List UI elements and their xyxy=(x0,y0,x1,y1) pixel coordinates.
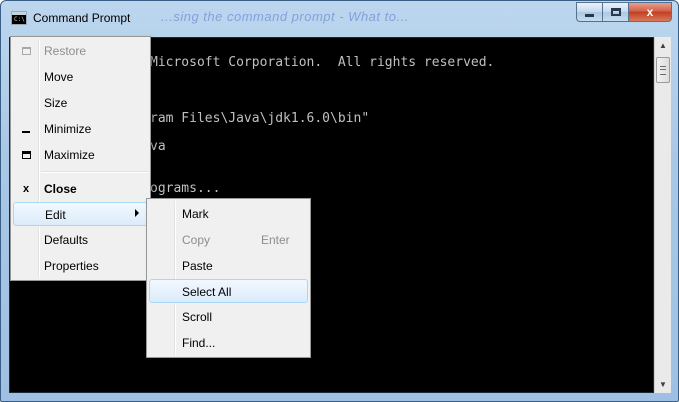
menu-item-label: Size xyxy=(44,96,68,110)
scroll-down-arrow-icon[interactable]: ▼ xyxy=(655,376,671,393)
menu-item-label: Mark xyxy=(182,207,209,221)
console-line: ram Files\Java\jdk1.6.0\bin" xyxy=(150,111,370,126)
submenu-item-mark[interactable]: Mark xyxy=(149,202,308,226)
maximize-button[interactable] xyxy=(602,2,628,22)
scrollbar-thumb[interactable] xyxy=(656,57,670,83)
submenu-item-paste[interactable]: Paste xyxy=(149,254,308,278)
restore-icon xyxy=(19,44,33,58)
menu-item-maximize[interactable]: Maximize xyxy=(13,143,148,167)
close-button[interactable]: x xyxy=(628,2,672,22)
menu-item-close[interactable]: x Close xyxy=(13,177,148,201)
maximize-icon xyxy=(610,8,621,16)
submenu-arrow-icon xyxy=(135,209,139,217)
system-menu: Restore Move Size Minimize Maximize x Cl… xyxy=(10,36,151,281)
menu-item-label: Select All xyxy=(182,285,232,299)
menu-item-label: Copy xyxy=(182,233,211,247)
command-prompt-icon[interactable]: C:\ xyxy=(11,11,27,25)
menu-item-size[interactable]: Size xyxy=(13,91,148,115)
minimize-button[interactable] xyxy=(576,2,602,22)
close-icon: x xyxy=(646,5,654,19)
menu-item-label: Minimize xyxy=(44,122,92,136)
menu-item-label: Edit xyxy=(45,208,66,222)
console-line: Microsoft Corporation. All rights reserv… xyxy=(150,55,495,70)
close-icon: x xyxy=(22,183,30,195)
menu-separator xyxy=(41,171,148,173)
menu-item-label: Properties xyxy=(44,259,99,273)
menu-item-label: Close xyxy=(44,182,77,196)
menu-item-label: Move xyxy=(44,70,74,84)
window-title: Command Prompt xyxy=(33,11,131,25)
menu-item-label: Find... xyxy=(182,336,216,350)
menu-item-restore[interactable]: Restore xyxy=(13,39,148,63)
menu-item-label: Paste xyxy=(182,259,213,273)
menu-item-defaults[interactable]: Defaults xyxy=(13,228,148,252)
title-bar[interactable]: C:\ Command Prompt x xyxy=(1,1,678,33)
menu-item-label: Maximize xyxy=(44,148,95,162)
submenu-item-select-all[interactable]: Select All xyxy=(149,279,308,303)
menu-item-properties[interactable]: Properties xyxy=(13,254,148,278)
vertical-scrollbar[interactable]: ▲ ▼ xyxy=(654,37,671,393)
edit-submenu: Mark Copy Enter Paste Select All Scroll … xyxy=(146,198,311,358)
menu-item-move[interactable]: Move xyxy=(13,65,148,89)
menu-item-edit[interactable]: Edit xyxy=(13,202,148,226)
menu-item-label: Scroll xyxy=(182,310,213,324)
maximize-icon xyxy=(19,148,33,162)
menu-item-minimize[interactable]: Minimize xyxy=(13,117,148,141)
submenu-item-find[interactable]: Find... xyxy=(149,331,308,355)
console-line: va xyxy=(150,139,166,154)
scroll-up-arrow-icon[interactable]: ▲ xyxy=(655,37,671,54)
console-line: ograms... xyxy=(150,181,221,196)
minimize-icon xyxy=(585,14,594,17)
submenu-item-scroll[interactable]: Scroll xyxy=(149,305,308,329)
menu-item-label: Restore xyxy=(44,44,87,58)
menu-item-shortcut: Enter xyxy=(261,233,290,247)
submenu-item-copy[interactable]: Copy Enter xyxy=(149,228,308,252)
menu-item-label: Defaults xyxy=(44,233,89,247)
caption-buttons: x xyxy=(576,2,672,22)
minimize-icon xyxy=(19,122,33,136)
